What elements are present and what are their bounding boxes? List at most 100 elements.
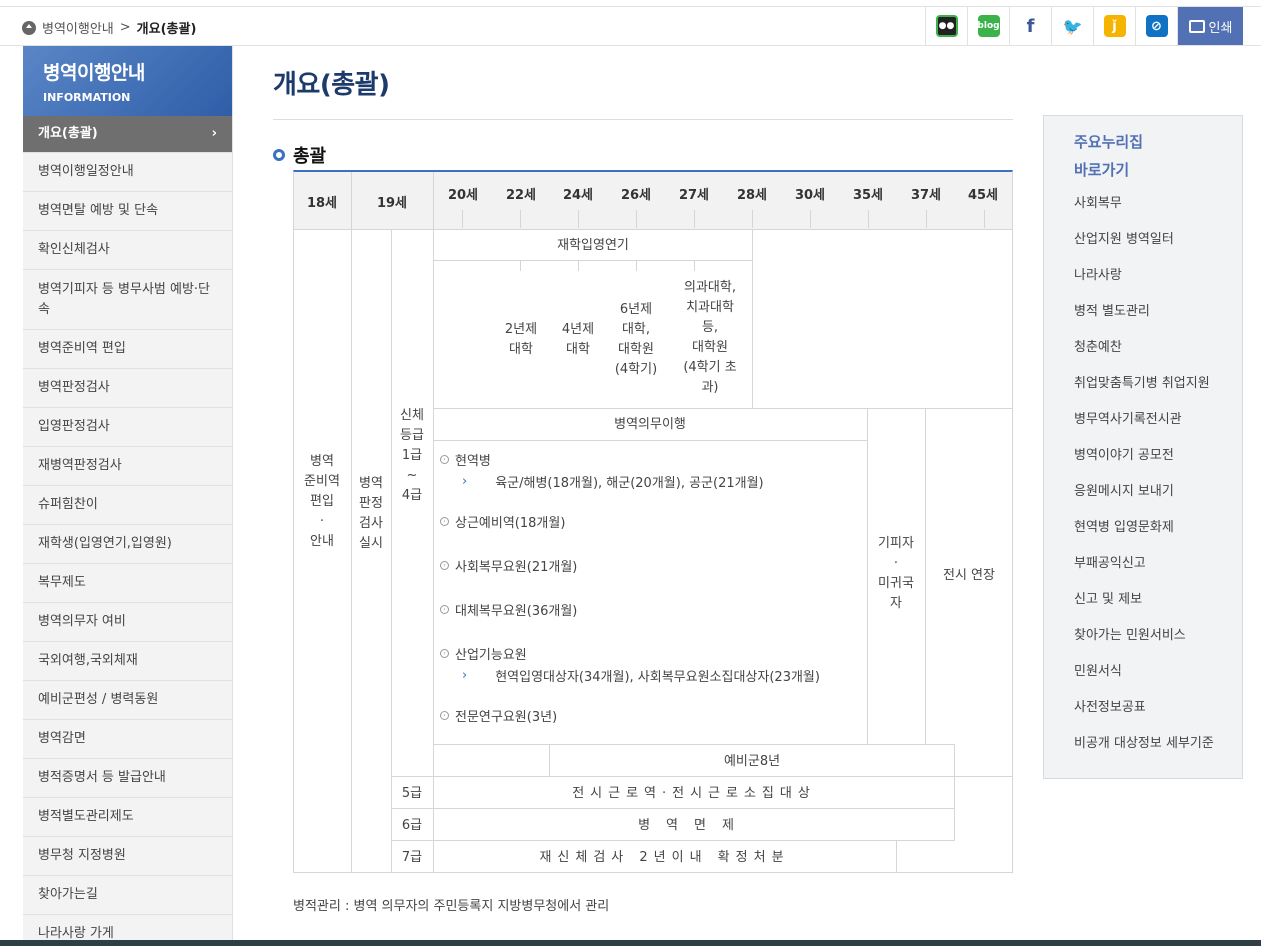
blog-share-button[interactable]: blog — [967, 7, 1009, 45]
section-title: 총괄 — [293, 146, 327, 167]
quick-link[interactable]: 신고 및 제보 — [1074, 590, 1242, 626]
sidebar-item-label: 국외여행,국외체재 — [38, 653, 138, 668]
facebook-share-button[interactable]: f — [1009, 7, 1051, 45]
quick-link[interactable]: 청춘예찬 — [1074, 338, 1242, 374]
age-label: 27세 — [678, 188, 710, 203]
divider — [433, 260, 753, 261]
age-label: 28세 — [736, 188, 768, 203]
sidebar-item-schedule[interactable]: 병역이행일정안내 — [23, 153, 232, 192]
deferral-item: 4년제 대학 — [561, 322, 595, 357]
sidebar-item-super[interactable]: 슈퍼힘찬이 — [23, 486, 232, 525]
wartime-extension-label: 전시 연장 — [943, 568, 995, 583]
section-heading: 총괄 — [273, 142, 1013, 168]
share-toolbar: ●● blog f 🐦 ǰ ⊘ 인쇄 — [925, 7, 1243, 45]
sidebar-item-overseas[interactable]: 국외여행,국외체재 — [23, 642, 232, 681]
sidebar-item-label: 병역준비역 편입 — [38, 341, 126, 356]
facebook-icon: f — [1026, 15, 1035, 37]
sidebar-item-service[interactable]: 복무제도 — [23, 564, 232, 603]
bullet-icon: › — [440, 604, 449, 614]
sidebar-item-directions[interactable]: 찾아가는길 — [23, 876, 232, 915]
band-icon: ●● — [935, 15, 958, 37]
quick-link[interactable]: 비공개 대상정보 세부기준 — [1074, 734, 1242, 770]
service-name: 산업기능요원 — [455, 647, 527, 663]
sidebar-item-label: 입영판정검사 — [38, 419, 110, 434]
grade7-label: 7급 — [401, 850, 423, 865]
deferral-item: 6년제 대학, 대학원 (4학기) — [614, 302, 658, 377]
quick-link[interactable]: 민원서식 — [1074, 662, 1242, 698]
quick-link[interactable]: 사전정보공표 — [1074, 698, 1242, 734]
service-overview-diagram: 18세 19세 20세 22세 24세 26세 27세 28세 30세 35세 … — [293, 170, 1013, 873]
band-share-button[interactable]: ●● — [925, 7, 967, 45]
age-label: 19세 — [376, 196, 408, 211]
sidebar: 병역이행안내 INFORMATION 개요(총괄) › 병역이행일정안내 병역면탈… — [23, 46, 233, 946]
sidebar-item-label: 병역판정검사 — [38, 380, 110, 395]
sidebar-item-evasion[interactable]: 병역면탈 예방 및 단속 — [23, 192, 232, 231]
service-item: › 상근예비역(18개월) — [440, 510, 870, 532]
print-button[interactable]: 인쇄 — [1177, 7, 1243, 45]
sidebar-header: 병역이행안내 INFORMATION — [23, 46, 232, 116]
bullet-icon: › — [440, 710, 449, 720]
age-label: 26세 — [620, 188, 652, 203]
quick-link[interactable]: 현역병 입영문화제 — [1074, 518, 1242, 554]
deferral-item: 의과대학, 치과대학 등, 대학원 (4학기 초 과) — [683, 280, 737, 395]
sidebar-item-overview[interactable]: 개요(총괄) › — [23, 116, 232, 153]
age-tick — [636, 261, 637, 271]
divider — [896, 840, 897, 873]
bullet-icon: › — [440, 648, 449, 658]
footnote: 병적관리 : 병역 의무자의 주민등록지 지방병무청에서 관리 — [293, 899, 610, 914]
divider — [391, 840, 955, 841]
quick-link[interactable]: 나라사랑 — [1074, 266, 1242, 302]
printer-icon — [1188, 19, 1205, 33]
divider — [433, 744, 955, 745]
sidebar-item-reduction[interactable]: 병역감면 — [23, 720, 232, 759]
age-tick — [694, 261, 695, 271]
sidebar-item-entry-exam[interactable]: 입영판정검사 — [23, 408, 232, 447]
sidebar-item-exam[interactable]: 병역판정검사 — [23, 369, 232, 408]
quick-link[interactable]: 사회복무 — [1074, 194, 1242, 230]
sidebar-item-prep[interactable]: 병역준비역 편입 — [23, 330, 232, 369]
quick-links-subtitle: 바로가기 — [1074, 161, 1130, 179]
age-tick — [520, 261, 521, 271]
sidebar-item-offender-prevention[interactable]: 병역기피자 등 병무사범 예방·단속 — [23, 270, 232, 330]
quick-link[interactable]: 병적 별도관리 — [1074, 302, 1242, 338]
top-bar: 병역이행안내 > 개요(총괄) ●● blog f 🐦 ǰ ⊘ 인쇄 — [0, 6, 1261, 46]
breadcrumb: 병역이행안내 > 개요(총괄) — [22, 18, 196, 37]
sidebar-item-certificate[interactable]: 병적증명서 등 발급안내 — [23, 759, 232, 798]
grade5-text: 전시근로역·전시근로소집대상 — [572, 786, 816, 801]
bullet-icon: › — [440, 454, 449, 464]
quick-link[interactable]: 찾아가는 민원서비스 — [1074, 626, 1242, 662]
sidebar-item-label: 병무청 지정병원 — [38, 848, 126, 863]
service-item: › 산업기능요원 — [440, 642, 870, 664]
sidebar-item-reexam[interactable]: 재병역판정검사 — [23, 447, 232, 486]
quick-link[interactable]: 병무역사기록전시관 — [1074, 410, 1242, 446]
grade6-label: 6급 — [401, 818, 423, 833]
link-share-button[interactable]: ⊘ — [1135, 7, 1177, 45]
quick-link[interactable]: 병역이야기 공모전 — [1074, 446, 1242, 482]
reserve-label: 예비군8년 — [723, 754, 781, 769]
sidebar-item-reserve[interactable]: 예비군편성 / 병력동원 — [23, 681, 232, 720]
main-content: 개요(총괄) 총괄 — [273, 46, 1013, 168]
quick-link[interactable]: 부패공익신고 — [1074, 554, 1242, 590]
age-label: 30세 — [794, 188, 826, 203]
bullet-icon: › — [440, 516, 449, 526]
sidebar-item-label: 개요(총괄) — [38, 126, 98, 141]
home-icon[interactable] — [22, 20, 36, 35]
sidebar-item-travel-expense[interactable]: 병역의무자 여비 — [23, 603, 232, 642]
twitter-share-button[interactable]: 🐦 — [1051, 7, 1093, 45]
sidebar-item-confirm-exam[interactable]: 확인신체검사 — [23, 231, 232, 270]
kakaostory-share-button[interactable]: ǰ — [1093, 7, 1135, 45]
sidebar-item-student[interactable]: 재학생(입영연기,입영원) — [23, 525, 232, 564]
divider — [391, 776, 1013, 777]
service-name: 사회복무요원(21개월) — [455, 559, 578, 575]
sidebar-item-separate-mgmt[interactable]: 병적별도관리제도 — [23, 798, 232, 837]
divider — [391, 808, 955, 809]
deferral-item: 2년제 대학 — [504, 322, 538, 357]
sidebar-subtitle: INFORMATION — [43, 91, 131, 104]
sidebar-item-hospital[interactable]: 병무청 지정병원 — [23, 837, 232, 876]
quick-link[interactable]: 응원메시지 보내기 — [1074, 482, 1242, 518]
service-name: 현역병 — [455, 453, 491, 469]
quick-link[interactable]: 산업지원 병역일터 — [1074, 230, 1242, 266]
quick-link[interactable]: 취업맞춤특기병 취업지원 — [1074, 374, 1242, 410]
breadcrumb-parent[interactable]: 병역이행안내 — [42, 18, 114, 37]
quick-links-title: 주요누리집 — [1074, 133, 1144, 151]
